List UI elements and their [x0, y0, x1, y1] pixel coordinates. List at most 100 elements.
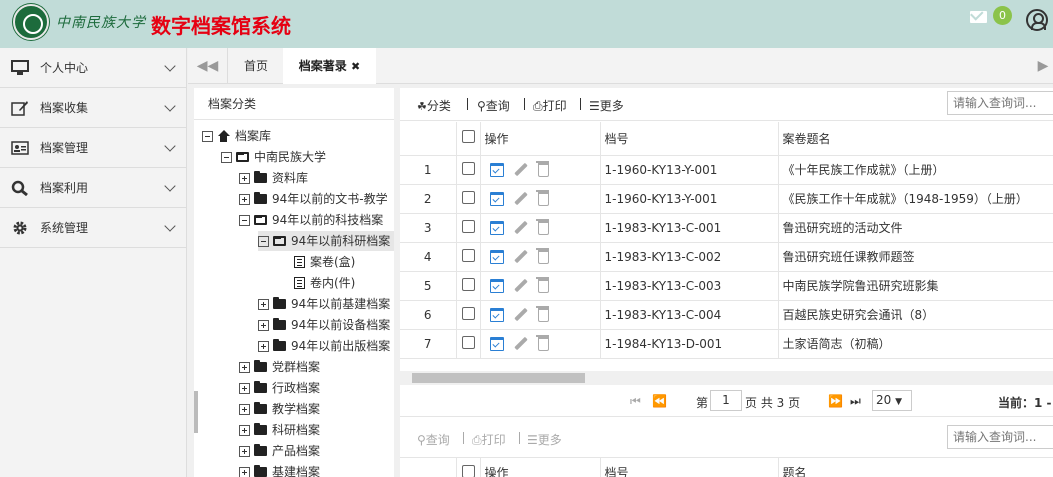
prev-page-icon[interactable]: ⏪: [652, 394, 667, 408]
detail-more-button[interactable]: ☰更多: [527, 431, 562, 448]
last-page-icon[interactable]: ⏭: [850, 394, 861, 409]
close-icon[interactable]: ✖: [351, 60, 360, 73]
trash-icon[interactable]: [535, 160, 549, 177]
tab-scroll-right-button[interactable]: ▶: [1033, 48, 1053, 84]
tree-node[interactable]: 94年以前的文书-教学: [239, 189, 388, 209]
trash-icon[interactable]: [535, 276, 549, 293]
trash-icon[interactable]: [535, 305, 549, 322]
column-header-title[interactable]: 题名: [778, 457, 1053, 477]
first-page-icon[interactable]: ⏮: [630, 394, 641, 409]
user-icon[interactable]: [1026, 9, 1048, 31]
tree-node[interactable]: 档案库: [202, 126, 271, 146]
calendar-check-icon[interactable]: [489, 249, 504, 264]
print-button[interactable]: ⎙打印: [533, 97, 567, 114]
pencil-icon[interactable]: [514, 279, 528, 293]
page-size-select[interactable]: 20 ▼: [872, 390, 912, 411]
expand-icon[interactable]: [239, 445, 250, 457]
calendar-check-icon[interactable]: [489, 278, 504, 293]
tree-node[interactable]: 中南民族大学: [221, 147, 326, 167]
tree-node-selected[interactable]: 94年以前科研档案: [258, 231, 394, 251]
trash-icon[interactable]: [535, 189, 549, 206]
select-all-checkbox[interactable]: [461, 464, 475, 477]
detail-search-input[interactable]: [947, 425, 1053, 449]
tree-node[interactable]: 94年以前出版档案: [258, 336, 390, 356]
calendar-check-icon[interactable]: [489, 162, 504, 177]
more-button[interactable]: ☰更多: [589, 97, 624, 114]
tab-home[interactable]: 首页: [230, 48, 282, 84]
trash-icon[interactable]: [535, 247, 549, 264]
row-checkbox[interactable]: [461, 306, 475, 320]
sidebar-item-system[interactable]: 系统管理: [0, 208, 186, 248]
pencil-icon[interactable]: [514, 250, 528, 264]
tree-node[interactable]: 党群档案: [239, 357, 320, 377]
scrollbar-thumb[interactable]: [412, 373, 585, 383]
sidebar-item-utilization[interactable]: 档案利用: [0, 168, 186, 208]
row-checkbox[interactable]: [461, 248, 475, 262]
expand-icon[interactable]: [239, 424, 250, 436]
tree-node[interactable]: 94年以前基建档案: [258, 294, 390, 314]
expand-icon[interactable]: [239, 193, 250, 205]
column-header-code[interactable]: 档号: [600, 457, 779, 477]
tree-node[interactable]: 资料库: [239, 168, 308, 188]
detail-query-button[interactable]: ⚲查询: [417, 431, 450, 448]
table-row[interactable]: 7 1-1984-KY13-D-001 土家语简志（初稿）: [400, 329, 1053, 359]
row-checkbox[interactable]: [461, 219, 475, 233]
tree-node[interactable]: 94年以前设备档案: [258, 315, 390, 335]
pencil-icon[interactable]: [514, 308, 528, 322]
row-checkbox[interactable]: [461, 277, 475, 291]
sidebar-item-collection[interactable]: 档案收集: [0, 88, 186, 128]
pencil-icon[interactable]: [514, 192, 528, 206]
collapse-icon[interactable]: [221, 151, 232, 163]
expand-icon[interactable]: [239, 382, 250, 394]
column-header-actions[interactable]: 操作: [480, 457, 601, 477]
horizontal-scrollbar[interactable]: [400, 371, 1053, 385]
mail-icon[interactable]: [970, 11, 987, 23]
expand-icon[interactable]: [258, 340, 269, 352]
sidebar-item-personal[interactable]: 个人中心: [0, 48, 186, 88]
tree-node[interactable]: 科研档案: [239, 420, 320, 440]
calendar-check-icon[interactable]: [489, 336, 504, 351]
query-button[interactable]: ⚲查询: [477, 97, 510, 114]
pencil-icon[interactable]: [514, 163, 528, 177]
tab-archive-entry[interactable]: 档案著录 ✖: [283, 48, 376, 84]
column-header-title[interactable]: 案卷题名: [778, 122, 1053, 156]
expand-icon[interactable]: [258, 298, 269, 310]
tree-node[interactable]: 产品档案: [239, 441, 320, 461]
tree-node[interactable]: 94年以前的科技档案: [239, 210, 383, 230]
tab-scroll-left-button[interactable]: ◀◀: [188, 48, 228, 84]
tree-scrollbar[interactable]: [194, 391, 198, 433]
mail-count-badge[interactable]: 0: [993, 6, 1012, 25]
trash-icon[interactable]: [535, 218, 549, 235]
tree-node[interactable]: 案卷(盒): [294, 252, 355, 272]
collapse-icon[interactable]: [202, 130, 213, 142]
expand-icon[interactable]: [239, 172, 250, 184]
tree-node[interactable]: 教学档案: [239, 399, 320, 419]
table-row[interactable]: 3 1-1983-KY13-C-001 鲁迅研究班的活动文件: [400, 213, 1053, 243]
expand-icon[interactable]: [239, 361, 250, 373]
classify-button[interactable]: ☘分类: [417, 97, 451, 114]
calendar-check-icon[interactable]: [489, 191, 504, 206]
collapse-icon[interactable]: [258, 235, 269, 247]
detail-print-button[interactable]: ⎙打印: [472, 431, 506, 448]
column-header-actions[interactable]: 操作: [480, 122, 601, 156]
table-row[interactable]: 5 1-1983-KY13-C-003 中南民族学院鲁迅研究班影集: [400, 271, 1053, 301]
table-row[interactable]: 1 1-1960-KY13-Y-001 《十年民族工作成就》（上册）: [400, 155, 1053, 185]
row-checkbox[interactable]: [461, 335, 475, 349]
expand-icon[interactable]: [258, 319, 269, 331]
table-row[interactable]: 2 1-1960-KY13-Y-001 《民族工作十年成就》（1948-1959…: [400, 184, 1053, 214]
page-number-input[interactable]: 1: [710, 390, 742, 411]
column-header-code[interactable]: 档号: [600, 122, 779, 156]
calendar-check-icon[interactable]: [489, 220, 504, 235]
select-all-checkbox[interactable]: [461, 130, 475, 144]
expand-icon[interactable]: [239, 466, 250, 477]
collapse-icon[interactable]: [239, 214, 250, 226]
expand-icon[interactable]: [239, 403, 250, 415]
table-row[interactable]: 6 1-1983-KY13-C-004 百越民族史研究会通讯（8）: [400, 300, 1053, 330]
row-checkbox[interactable]: [461, 190, 475, 204]
pencil-icon[interactable]: [514, 221, 528, 235]
sidebar-item-management[interactable]: 档案管理: [0, 128, 186, 168]
table-row[interactable]: 4 1-1983-KY13-C-002 鲁迅研究班任课教师题签: [400, 242, 1053, 272]
tree-node[interactable]: 基建档案: [239, 462, 320, 477]
calendar-check-icon[interactable]: [489, 307, 504, 322]
next-page-icon[interactable]: ⏩: [828, 394, 843, 408]
